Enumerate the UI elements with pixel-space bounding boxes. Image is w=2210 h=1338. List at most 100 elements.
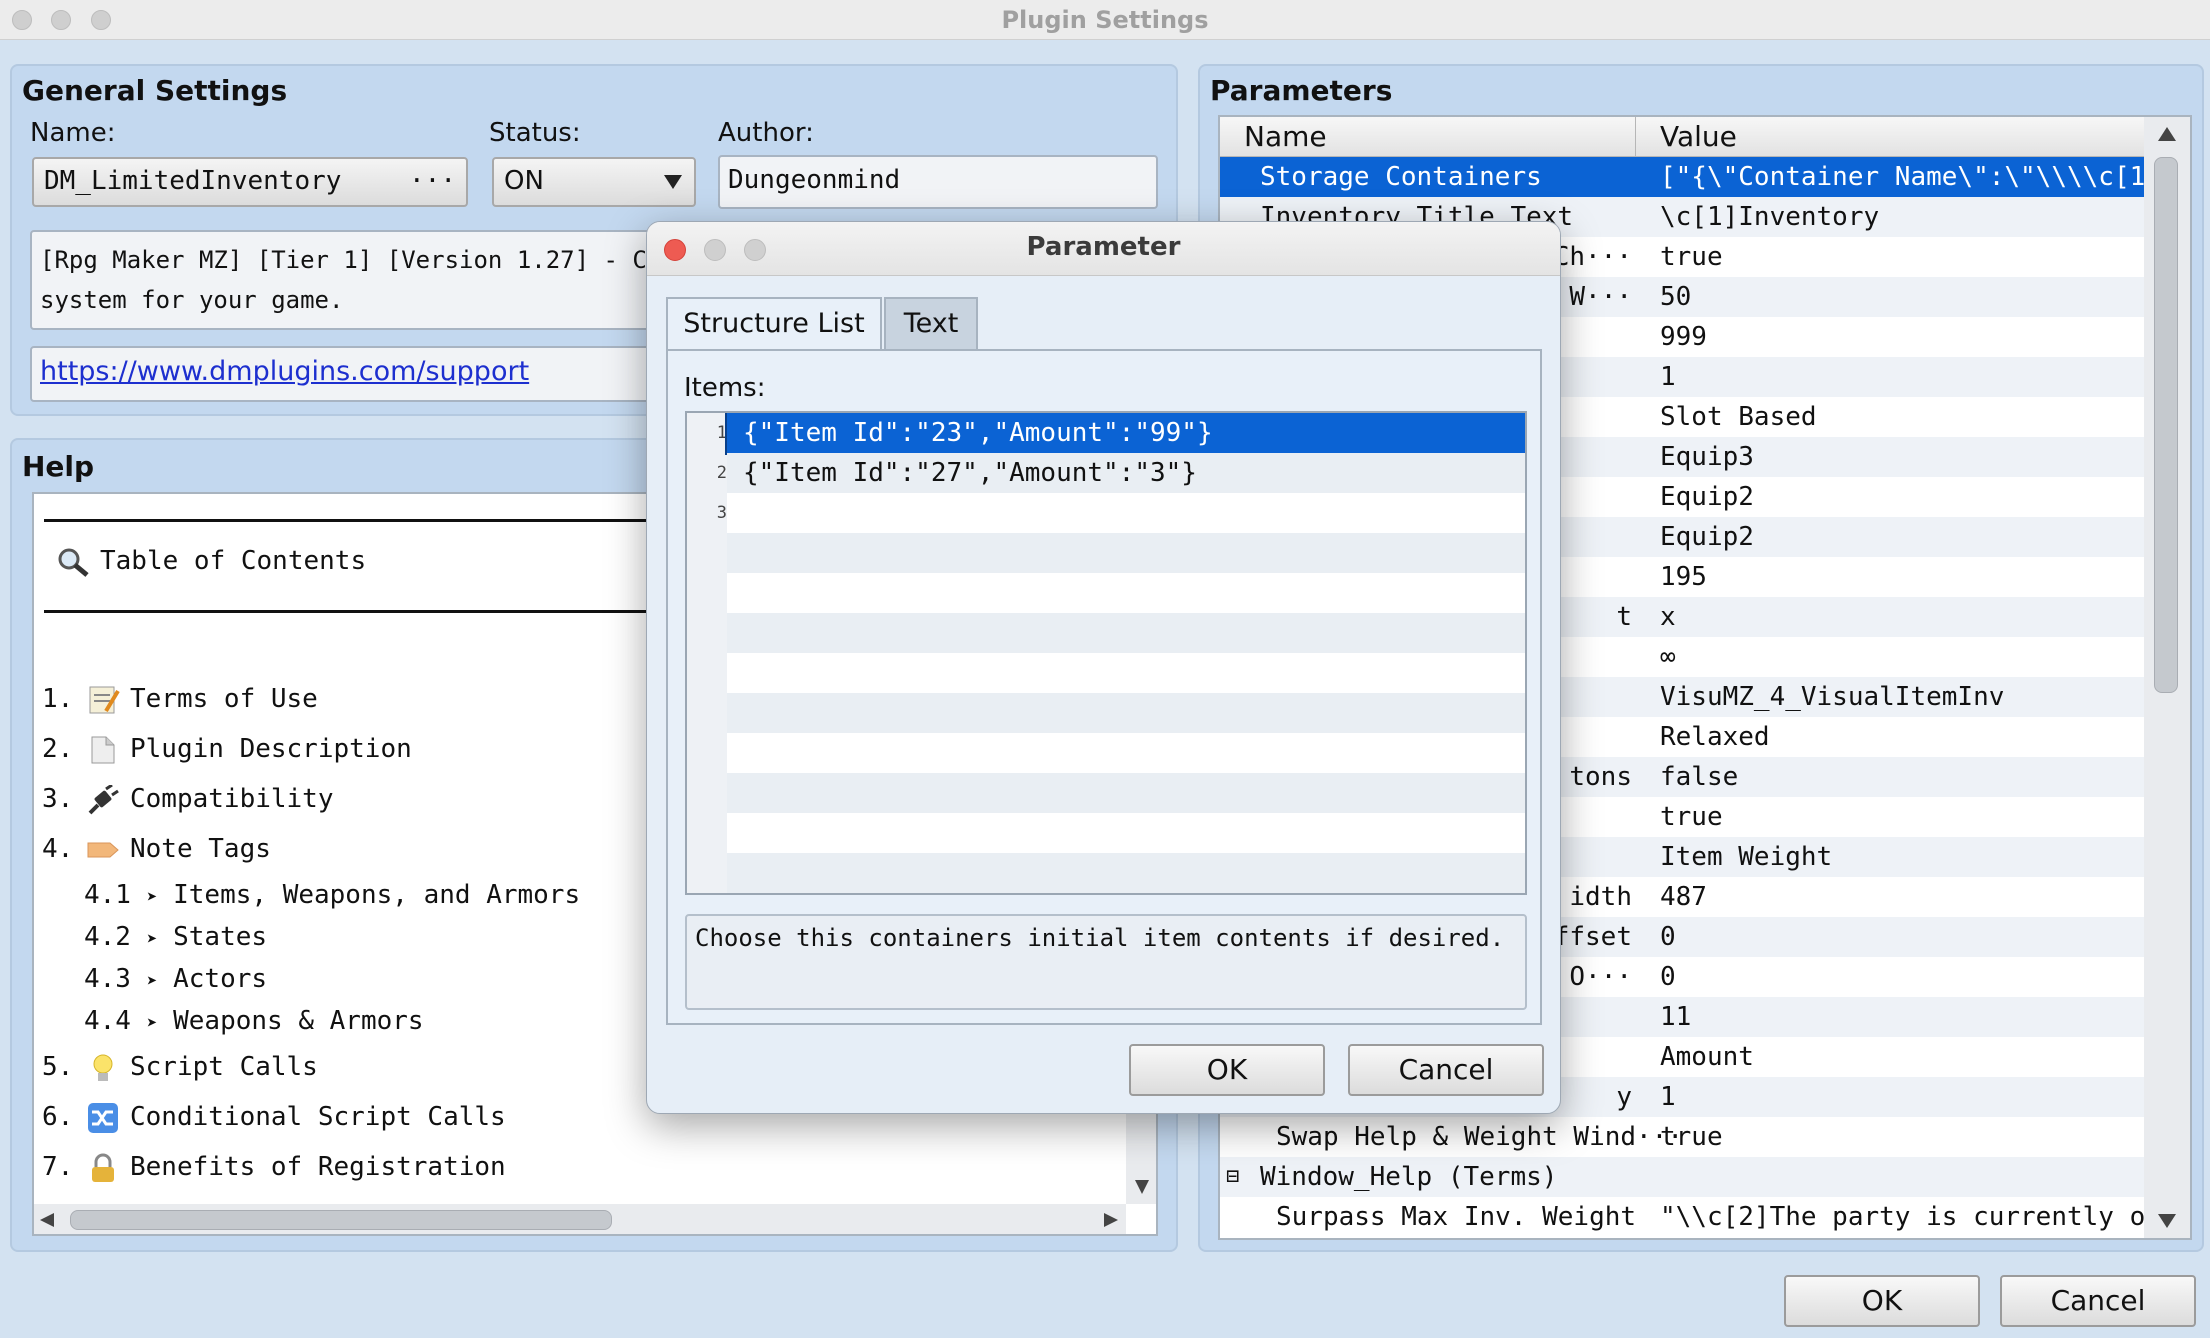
toc-item-conditional[interactable]: 6. Conditional Script Calls bbox=[42, 1102, 506, 1133]
table-row[interactable]: Storage Containers ["{\"Container Name\":… bbox=[1220, 157, 2190, 197]
list-item-body bbox=[727, 533, 1525, 573]
toc-item-label: Terms of Use bbox=[130, 684, 318, 714]
toc-item-registration[interactable]: 7. Benefits of Registration bbox=[42, 1152, 506, 1183]
toc-item-label: Plugin Description bbox=[130, 734, 412, 764]
list-item-body: {"Item Id":"23","Amount":"99"} bbox=[725, 413, 1525, 455]
param-name: Ch··· bbox=[1553, 242, 1632, 272]
tab-structure-list[interactable]: Structure List bbox=[666, 297, 882, 351]
magnifier-icon bbox=[58, 548, 89, 577]
list-item-body bbox=[727, 573, 1525, 613]
list-item[interactable] bbox=[687, 733, 1525, 773]
cancel-button[interactable]: Cancel bbox=[2000, 1275, 2196, 1327]
list-item[interactable]: 1 {"Item Id":"23","Amount":"99"} bbox=[687, 413, 1525, 455]
list-item[interactable] bbox=[687, 853, 1525, 893]
plug-icon bbox=[88, 784, 119, 814]
toc-subitem[interactable]: 4.3 ➤ Actors bbox=[84, 964, 267, 994]
dialog-cancel-button[interactable]: Cancel bbox=[1348, 1044, 1544, 1096]
scrollbar-thumb[interactable] bbox=[70, 1210, 612, 1230]
toc-item-script-calls[interactable]: 5. Script Calls bbox=[42, 1052, 318, 1083]
toc-item-description[interactable]: 2. Plugin Description bbox=[42, 734, 412, 765]
items-list[interactable]: 1 {"Item Id":"23","Amount":"99"} 2 {"Item I… bbox=[685, 411, 1527, 895]
scrollbar-thumb[interactable] bbox=[2154, 157, 2178, 693]
list-item[interactable] bbox=[687, 573, 1525, 613]
lightbulb-icon bbox=[93, 1054, 113, 1081]
param-name: Window_Help (Terms) bbox=[1260, 1162, 1558, 1192]
list-item[interactable] bbox=[687, 653, 1525, 693]
line-number: 2 bbox=[716, 463, 727, 483]
author-label: Author: bbox=[718, 118, 814, 148]
param-value: Amount bbox=[1660, 1042, 1754, 1072]
toc-item-label: Benefits of Registration bbox=[130, 1152, 506, 1182]
param-name: y bbox=[1616, 1082, 1632, 1112]
column-name-header[interactable]: Name bbox=[1244, 117, 1327, 157]
dialog-title-bar: Parameter bbox=[647, 222, 1560, 276]
table-row[interactable]: ⊟ Window_Help (Terms) bbox=[1220, 1157, 2144, 1197]
param-value: "\\c[2]The party is currently ov··· bbox=[1660, 1202, 2192, 1232]
help-title: Help bbox=[22, 450, 95, 483]
list-item-body bbox=[727, 813, 1525, 853]
scroll-up-icon[interactable] bbox=[2158, 127, 2176, 141]
toc-number: 1. bbox=[42, 684, 74, 714]
param-value: Equip2 bbox=[1660, 522, 1754, 552]
param-value: ["{\"Container Name\":\"\\\\c[1]··· bbox=[1660, 162, 2192, 192]
status-label: Status: bbox=[489, 118, 581, 148]
list-item[interactable] bbox=[687, 533, 1525, 573]
chevron-down-icon bbox=[664, 175, 682, 189]
arrow-icon: ➤ bbox=[146, 929, 158, 950]
toc-item-note-tags[interactable]: 4. Note Tags bbox=[42, 834, 271, 865]
toc-subitem[interactable]: 4.2 ➤ States bbox=[84, 922, 267, 952]
tag-icon bbox=[87, 842, 119, 857]
line-number: 3 bbox=[716, 503, 727, 523]
toc-subitem-label: Weapons & Armors bbox=[173, 1006, 424, 1036]
column-value-header[interactable]: Value bbox=[1660, 117, 1737, 157]
toc-subitem[interactable]: 4.4 ➤ Weapons & Armors bbox=[84, 1006, 424, 1036]
arrow-icon: ➤ bbox=[146, 887, 158, 908]
collapse-icon[interactable]: ⊟ bbox=[1226, 1157, 1239, 1197]
parameters-vertical-scrollbar[interactable] bbox=[2144, 117, 2190, 1238]
table-row[interactable]: Surpass Max Inv. Weight "\\c[2]The party … bbox=[1220, 1197, 2190, 1237]
param-value: true bbox=[1660, 802, 1723, 832]
list-item[interactable] bbox=[687, 693, 1525, 733]
toc-item-compatibility[interactable]: 3. Compatibility bbox=[42, 784, 334, 815]
tab-text[interactable]: Text bbox=[884, 297, 978, 351]
param-name: Swap Help & Weight Wind··· bbox=[1276, 1122, 1683, 1152]
toc-item-terms[interactable]: 1. Terms of Use bbox=[42, 684, 318, 715]
line-number: 1 bbox=[716, 423, 727, 443]
memo-icon bbox=[89, 686, 120, 713]
status-select[interactable]: ON bbox=[492, 157, 696, 207]
param-value: true bbox=[1660, 242, 1723, 272]
toc-item-label: Note Tags bbox=[130, 834, 271, 864]
dialog-ok-button[interactable]: OK bbox=[1129, 1044, 1325, 1096]
list-item[interactable]: 2 {"Item Id":"27","Amount":"3"} bbox=[687, 453, 1525, 493]
param-value: Slot Based bbox=[1660, 402, 1817, 432]
list-item[interactable] bbox=[687, 613, 1525, 653]
list-item-body bbox=[727, 493, 1525, 533]
table-header: Name Value bbox=[1220, 117, 2144, 157]
param-name: t bbox=[1616, 602, 1632, 632]
list-item[interactable] bbox=[687, 773, 1525, 813]
toc-subitem[interactable]: 4.1 ➤ Items, Weapons, and Armors bbox=[84, 880, 580, 910]
scroll-down-icon[interactable] bbox=[2158, 1214, 2176, 1228]
list-item[interactable]: 3 bbox=[687, 493, 1525, 533]
name-field[interactable]: DM_LimitedInventory ··· bbox=[32, 157, 468, 207]
toc-number: 4.3 bbox=[84, 964, 131, 994]
scroll-left-icon[interactable] bbox=[40, 1213, 54, 1227]
toc-number: 4.4 bbox=[84, 1006, 131, 1036]
help-horizontal-scrollbar[interactable] bbox=[34, 1204, 1126, 1234]
param-value: 1 bbox=[1660, 1082, 1676, 1112]
name-label: Name: bbox=[30, 118, 116, 148]
arrow-icon: ➤ bbox=[146, 1013, 158, 1034]
title-bar: Plugin Settings bbox=[0, 0, 2210, 40]
param-value: ∞ bbox=[1660, 642, 1676, 672]
param-name: tons bbox=[1569, 762, 1632, 792]
author-field[interactable]: Dungeonmind bbox=[718, 155, 1158, 209]
ok-button[interactable]: OK bbox=[1784, 1275, 1980, 1327]
more-icon[interactable]: ··· bbox=[409, 163, 456, 199]
table-row[interactable]: Swap Help & Weight Wind··· true bbox=[1220, 1117, 2144, 1157]
param-value: 11 bbox=[1660, 1002, 1692, 1032]
param-value: 0 bbox=[1660, 922, 1676, 952]
list-item[interactable] bbox=[687, 813, 1525, 853]
scroll-right-icon[interactable] bbox=[1104, 1213, 1118, 1227]
parameter-dialog: Parameter Structure List Text Items: 1 {"… bbox=[646, 221, 1561, 1114]
scroll-down-icon[interactable] bbox=[1135, 1180, 1149, 1194]
